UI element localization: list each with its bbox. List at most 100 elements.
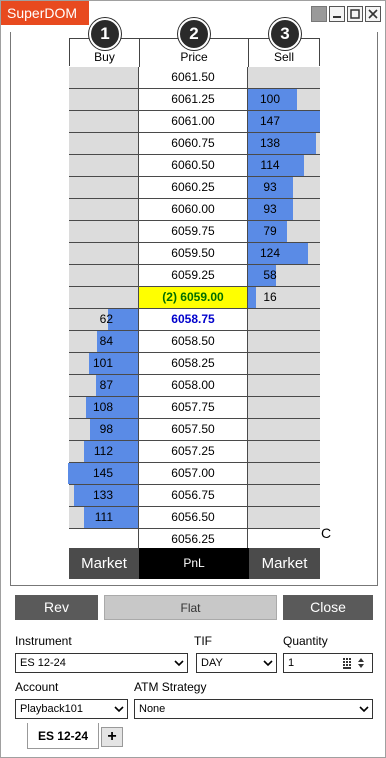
price-cell[interactable]: 6056.75 [139, 485, 248, 506]
sell-cell[interactable] [248, 67, 320, 88]
sell-cell[interactable] [248, 463, 320, 484]
sell-cell[interactable]: 58 [248, 265, 320, 286]
price-cell[interactable]: 6057.25 [139, 441, 248, 462]
price-cell[interactable]: 6057.00 [139, 463, 248, 484]
c-indicator[interactable]: C [321, 525, 331, 541]
price-badge: 2 [178, 18, 210, 50]
buy-cell[interactable] [69, 287, 139, 308]
quantity-value: 1 [288, 657, 295, 669]
sell-cell[interactable] [248, 331, 320, 352]
buy-cell[interactable] [69, 265, 139, 286]
minimize-button[interactable] [329, 6, 345, 22]
price-cell[interactable]: 6058.75 [139, 309, 248, 330]
sell-cell[interactable] [248, 375, 320, 396]
sell-cell[interactable] [248, 441, 320, 462]
price-cell[interactable]: 6061.25 [139, 89, 248, 110]
flat-button[interactable]: Flat [104, 595, 277, 620]
sell-cell[interactable]: 124 [248, 243, 320, 264]
sell-cell[interactable] [248, 419, 320, 440]
add-tab-button[interactable]: + [101, 727, 123, 747]
pnl-display[interactable]: PnL [139, 548, 249, 579]
sell-cell[interactable] [248, 529, 320, 550]
ask-size [248, 507, 292, 528]
sell-cell[interactable]: 16 [248, 287, 320, 308]
price-cell[interactable]: 6056.50 [139, 507, 248, 528]
instrument-label: Instrument [15, 634, 72, 648]
sell-cell[interactable] [248, 309, 320, 330]
buy-cell[interactable]: 98 [69, 419, 139, 440]
price-cell[interactable]: 6057.50 [139, 419, 248, 440]
price-cell[interactable]: 6058.50 [139, 331, 248, 352]
market-sell-button[interactable]: Market [249, 548, 320, 579]
maximize-button[interactable] [347, 6, 363, 22]
account-select[interactable]: Playback101 [15, 699, 128, 719]
buy-cell[interactable] [69, 89, 139, 110]
buy-cell[interactable] [69, 221, 139, 242]
price-cell[interactable]: 6060.00 [139, 199, 248, 220]
quantity-label: Quantity [283, 634, 328, 648]
price-cell[interactable]: 6058.25 [139, 353, 248, 374]
buy-cell[interactable] [69, 133, 139, 154]
sell-cell[interactable]: 138 [248, 133, 320, 154]
bid-size [69, 133, 113, 154]
sell-cell[interactable] [248, 485, 320, 506]
buy-cell[interactable] [69, 177, 139, 198]
buy-cell[interactable]: 87 [69, 375, 139, 396]
sell-cell[interactable] [248, 507, 320, 528]
buy-cell[interactable] [69, 199, 139, 220]
price-cell[interactable]: 6060.75 [139, 133, 248, 154]
buy-cell[interactable] [69, 529, 139, 550]
sell-cell[interactable]: 114 [248, 155, 320, 176]
price-cell[interactable]: 6059.75 [139, 221, 248, 242]
price-cell[interactable]: 6060.25 [139, 177, 248, 198]
price-cell[interactable]: 6060.50 [139, 155, 248, 176]
sell-cell[interactable]: 100 [248, 89, 320, 110]
buy-cell[interactable]: 108 [69, 397, 139, 418]
quantity-stepper-icon[interactable] [342, 655, 370, 671]
sell-cell[interactable]: 147 [248, 111, 320, 132]
atm-strategy-select[interactable]: None [134, 699, 373, 719]
sell-cell[interactable]: 79 [248, 221, 320, 242]
buy-cell[interactable]: 112 [69, 441, 139, 462]
sell-cell[interactable]: 93 [248, 199, 320, 220]
buy-cell[interactable]: 84 [69, 331, 139, 352]
window-color-icon[interactable] [311, 6, 327, 22]
price-cell[interactable]: 6061.00 [139, 111, 248, 132]
buy-cell[interactable] [69, 67, 139, 88]
price-cell[interactable]: 6059.25 [139, 265, 248, 286]
quantity-field[interactable]: 1 [283, 653, 373, 673]
price-cell[interactable]: (2) 6059.00 [139, 287, 248, 308]
sell-cell[interactable]: 93 [248, 177, 320, 198]
price-cell[interactable]: 6058.00 [139, 375, 248, 396]
price-column-header[interactable]: 2 Price [140, 18, 249, 67]
price-cell[interactable]: 6057.75 [139, 397, 248, 418]
tab-es-12-24[interactable]: ES 12-24 [27, 723, 99, 749]
close-window-button[interactable] [365, 6, 381, 22]
reverse-button[interactable]: Rev [15, 595, 98, 620]
buy-cell[interactable]: 111 [69, 507, 139, 528]
price-cell[interactable]: 6059.50 [139, 243, 248, 264]
buy-cell[interactable]: 101 [69, 353, 139, 374]
dom-panel: 1 Buy 2 Price 3 Sell 6061.50 6061.25 100 60… [10, 18, 378, 586]
close-position-button[interactable]: Close [283, 595, 373, 620]
tif-select[interactable]: DAY [196, 653, 277, 673]
ask-size [248, 309, 292, 330]
buy-column-header[interactable]: 1 Buy [70, 18, 140, 67]
buy-cell[interactable]: 145 [68, 463, 139, 484]
ask-size: 79 [263, 224, 277, 238]
ask-size: 114 [260, 158, 280, 172]
instrument-select[interactable]: ES 12-24 [15, 653, 188, 673]
buy-cell[interactable]: 62 [69, 309, 139, 330]
buy-cell[interactable]: 133 [69, 485, 139, 506]
buy-cell[interactable] [69, 243, 139, 264]
buy-cell[interactable] [69, 111, 139, 132]
sell-column-header[interactable]: 3 Sell [249, 18, 319, 67]
sell-cell[interactable] [248, 397, 320, 418]
buy-cell[interactable] [69, 155, 139, 176]
sell-cell[interactable] [248, 353, 320, 374]
window-title: SuperDOM [1, 1, 89, 25]
price-cell[interactable]: 6061.50 [139, 67, 248, 88]
market-buy-button[interactable]: Market [69, 548, 139, 579]
tif-value: DAY [201, 657, 223, 669]
price-cell[interactable]: 6056.25 [139, 529, 248, 550]
